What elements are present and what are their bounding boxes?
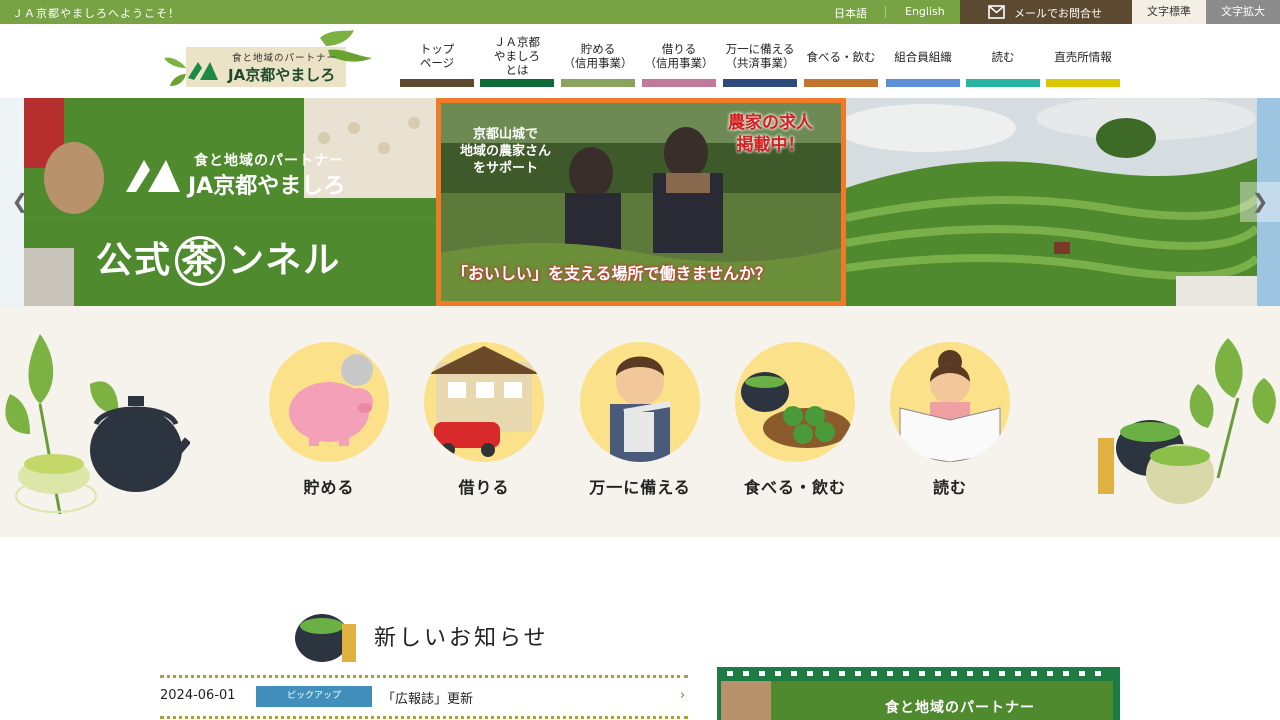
nav-item-label: 読む	[991, 50, 1015, 64]
category-label: 万一に備える	[589, 478, 691, 497]
nav-item[interactable]: 借りる （信用事業）	[642, 28, 716, 88]
category-link[interactable]: 食べる・飲む	[735, 342, 855, 498]
carousel-next-button[interactable]: ❯	[1240, 182, 1280, 222]
nav-item-color-bar	[561, 79, 635, 87]
category-link[interactable]: 万一に備える	[580, 342, 700, 498]
nav-item-label: トップ ページ	[419, 42, 455, 70]
official-channel-banner[interactable]: 食と地域のパートナー	[717, 667, 1120, 720]
nav-item[interactable]: 読む	[966, 28, 1040, 88]
news-item[interactable]: 2024-06-01 ピックアップ 「広報誌」更新 ›	[160, 684, 688, 710]
slide2-subtext: 京都山城で 地域の農家さん をサポート	[460, 127, 552, 176]
nav-item-label: 貯める （信用事業）	[563, 42, 633, 70]
top-bar: ＪＡ京都やましろへようこそ！ 日本語 English メールでお問合せ 文字標準…	[0, 0, 1280, 24]
nav-item-label: 食べる・飲む	[806, 50, 876, 64]
welcome-text: ＪＡ京都やましろへようこそ！	[12, 7, 180, 20]
nav-item[interactable]: トップ ページ	[400, 28, 474, 88]
slide2-bottom-text: 「おいしい」を支える場所で働きませんか？	[452, 264, 772, 283]
category-link[interactable]: 借りる	[424, 342, 544, 498]
nav-item[interactable]: 直売所情報	[1046, 28, 1120, 88]
slide2-headline: 農家の求人 掲載中！	[728, 113, 813, 155]
mail-contact-button[interactable]: メールでお問合せ	[960, 0, 1132, 24]
chevron-right-icon: ›	[680, 688, 686, 703]
nav-item-color-bar	[886, 79, 960, 87]
news-title: 「広報誌」更新	[382, 692, 474, 707]
matcha-bowl-illustration	[1098, 338, 1276, 504]
carousel-slide-farm-jobs[interactable]: 京都山城で 地域の農家さん をサポート 農家の求人 掲載中！ 「おいしい」を支え…	[436, 98, 846, 306]
font-size-normal-button[interactable]: 文字標準	[1132, 0, 1206, 24]
slide1-name: JA京都やましろ	[188, 174, 346, 199]
font-size-large-button[interactable]: 文字拡大	[1206, 0, 1280, 24]
nav-item-label: 万一に備える （共済事業）	[725, 42, 795, 70]
ja-logo-mark	[126, 160, 180, 192]
carousel-slide-official-channel[interactable]: 食と地域のパートナー JA京都やましろ 公式茶ンネル	[24, 98, 436, 306]
nav-item-color-bar	[400, 79, 474, 87]
carousel-prev-button[interactable]: ❮	[0, 182, 40, 222]
nav-item-label: ＪＡ京都 やましろ とは	[494, 35, 540, 77]
nav-item-color-bar	[966, 79, 1040, 87]
category-label: 食べる・飲む	[743, 478, 846, 497]
carousel-slide-tea-fields[interactable]	[846, 98, 1257, 306]
news-category-badge: ピックアップ	[256, 686, 372, 707]
nav-item-label: 組合員組織	[894, 50, 952, 64]
nav-item[interactable]: ＪＡ京都 やましろ とは	[480, 28, 554, 88]
slide1-tagline: 食と地域のパートナー	[194, 153, 344, 169]
nav-item-color-bar	[480, 79, 554, 87]
category-illustration	[269, 342, 389, 462]
logo-tagline: 食と地域のパートナー	[232, 53, 338, 64]
hero-carousel: 食と地域のパートナー JA京都やましろ 公式茶ンネル 京都山城で 地域の農家さん…	[0, 98, 1280, 306]
category-label: 借りる	[458, 478, 510, 497]
logo-name: JA京都やましろ	[228, 66, 336, 84]
chevron-right-icon: ❯	[1251, 189, 1269, 213]
category-label: 貯める	[303, 478, 355, 497]
language-japanese-link[interactable]: 日本語	[834, 5, 867, 21]
category-label: 読む	[932, 478, 967, 497]
site-logo[interactable]: 食と地域のパートナー JA京都やましろ	[160, 28, 374, 94]
global-nav: トップ ページ ＪＡ京都 やましろ とは 貯める （信用事業） 借りる （信用事業） 万…	[400, 28, 1120, 88]
news-divider-bottom	[160, 716, 688, 719]
chevron-left-icon: ❮	[11, 189, 29, 213]
nav-item[interactable]: 万一に備える （共済事業）	[723, 28, 797, 88]
category-illustration	[735, 342, 855, 462]
news-section-title: 新しいお知らせ	[374, 626, 549, 651]
category-illustration	[424, 342, 544, 462]
category-link[interactable]: 貯める	[269, 342, 389, 498]
news-date: 2024-06-01	[160, 688, 236, 703]
envelope-icon	[988, 5, 1005, 19]
language-divider	[885, 6, 886, 18]
nav-item[interactable]: 貯める （信用事業）	[561, 28, 635, 88]
news-divider-top	[160, 675, 688, 678]
nav-item[interactable]: 食べる・飲む	[804, 28, 878, 88]
nav-item-color-bar	[804, 79, 878, 87]
official-channel-title: 公式茶ンネル	[96, 231, 396, 286]
nav-item[interactable]: 組合員組織	[886, 28, 960, 88]
nav-item-label: 直売所情報	[1054, 50, 1112, 64]
category-illustration	[580, 342, 700, 462]
teapot-illustration	[5, 334, 190, 515]
nav-item-color-bar	[642, 79, 716, 87]
tea-fields-photo	[846, 98, 1257, 306]
banner-tagline: 食と地域のパートナー	[885, 700, 1035, 716]
category-section: 貯める 借りる 万一に備える 食べる・飲む 読む	[0, 306, 1280, 537]
nav-item-label: 借りる （信用事業）	[644, 42, 714, 70]
matcha-bowl-icon	[295, 614, 356, 662]
language-english-link[interactable]: English	[905, 5, 945, 18]
category-illustration	[890, 342, 1010, 462]
nav-item-color-bar	[1046, 79, 1120, 87]
nav-item-color-bar	[723, 79, 797, 87]
mail-contact-label: メールでお問合せ	[1014, 7, 1102, 20]
tea-circle-character: 茶	[175, 236, 226, 286]
category-link[interactable]: 読む	[890, 342, 1010, 498]
